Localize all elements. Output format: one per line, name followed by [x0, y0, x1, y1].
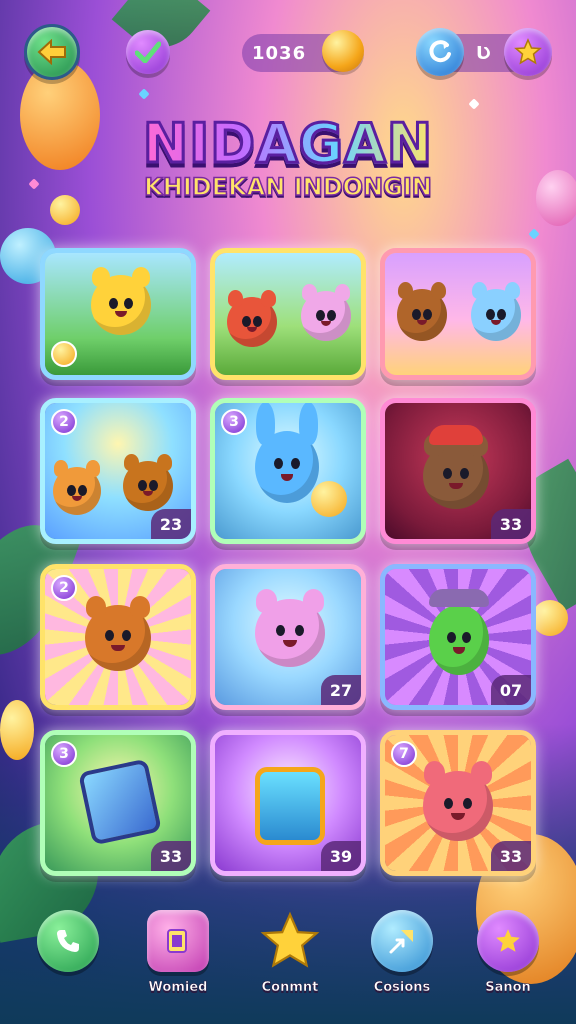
- title-area: NIDAGAN KHIDEKAN INDONGIN: [0, 111, 576, 202]
- creature-character: [429, 605, 489, 675]
- level-card[interactable]: [210, 248, 366, 380]
- checkmark-icon: [135, 41, 161, 63]
- nav-label-sanon: Sanon: [485, 980, 531, 996]
- creature-character: [255, 589, 325, 667]
- level-score-tag: 33: [491, 841, 531, 871]
- arrow-icon: [371, 910, 433, 972]
- arrow-left-icon: [37, 39, 66, 65]
- coin-icon: [322, 30, 364, 72]
- nav-item-sanon[interactable]: Sanon: [460, 910, 556, 1010]
- level-card[interactable]: 7 33: [380, 730, 536, 876]
- energy-count: Ʋ: [476, 42, 491, 64]
- medal-icon: [477, 910, 539, 972]
- nav-item-cosions[interactable]: Cosions: [354, 910, 450, 1010]
- level-score-tag: 27: [321, 675, 361, 705]
- nav-label-cosions: Cosions: [373, 980, 431, 996]
- level-number-badge: 2: [51, 575, 77, 601]
- sparkle-decoration: [468, 98, 480, 110]
- nav-item-conmnt[interactable]: Conmnt: [242, 910, 338, 1010]
- creature-character: [85, 595, 151, 671]
- energy-button[interactable]: [416, 28, 464, 76]
- treasure-box-icon: [255, 767, 325, 845]
- cards-icon: [147, 910, 209, 972]
- level-score-tag: 39: [321, 841, 361, 871]
- bottom-navigation: Womied Conmnt Cosions Sanon: [20, 910, 556, 1010]
- creature-character: [91, 266, 151, 335]
- creature-character: [423, 761, 493, 841]
- level-card[interactable]: 3 33: [40, 730, 196, 876]
- level-number-badge: 3: [51, 741, 77, 767]
- creature-character: [397, 281, 447, 341]
- level-card[interactable]: 3: [210, 398, 366, 544]
- level-score-tag: 23: [151, 509, 191, 539]
- coin-icon: [311, 481, 347, 517]
- nav-label-conmnt: Conmnt: [261, 980, 319, 996]
- level-score-tag: 07: [491, 675, 531, 705]
- game-subtitle: KHIDEKAN INDONGIN: [143, 172, 432, 202]
- nav-item-phone[interactable]: [20, 910, 116, 1010]
- level-score-tag: 33: [151, 841, 191, 871]
- level-card[interactable]: 2 23: [40, 398, 196, 544]
- phone-icon: [37, 910, 99, 972]
- creature-character: [471, 281, 521, 341]
- level-number-badge: 7: [391, 741, 417, 767]
- coin-decoration: [0, 700, 34, 760]
- level-card[interactable]: 39: [210, 730, 366, 876]
- level-card[interactable]: 27: [210, 564, 366, 710]
- hat-icon: [429, 589, 489, 607]
- coin-count: 1036: [252, 42, 307, 64]
- refresh-arrow-icon: [429, 40, 451, 63]
- star-icon: [259, 910, 321, 972]
- level-score-tag: 33: [491, 509, 531, 539]
- sparkle-decoration: [138, 88, 150, 100]
- level-number-badge: 3: [221, 409, 247, 435]
- coin-badge-icon: [51, 341, 77, 367]
- level-card[interactable]: 07: [380, 564, 536, 710]
- nav-item-womied[interactable]: Womied: [130, 910, 226, 1010]
- level-card[interactable]: 33: [380, 398, 536, 544]
- creature-character: [123, 454, 173, 511]
- sparkle-decoration: [528, 228, 540, 240]
- coin-counter: 1036: [242, 30, 364, 72]
- back-button[interactable]: [24, 24, 80, 80]
- crystal-tablet-icon: [78, 758, 162, 846]
- creature-character: [301, 284, 351, 341]
- creature-character: [53, 460, 101, 515]
- creature-character: [255, 403, 319, 503]
- nav-label-womied: Womied: [148, 980, 208, 996]
- game-title: NIDAGAN: [141, 111, 434, 177]
- level-grid: 2 23 3 33 2 27 07 3 33 39 7 33: [40, 248, 540, 888]
- level-card[interactable]: 2: [40, 564, 196, 710]
- star-shop-button[interactable]: [504, 28, 552, 76]
- creature-character: [227, 290, 277, 347]
- star-icon: [514, 38, 542, 65]
- level-card[interactable]: [380, 248, 536, 380]
- level-number-badge: 2: [51, 409, 77, 435]
- level-card[interactable]: [40, 248, 196, 380]
- top-bar: 1036 Ʋ: [20, 22, 556, 82]
- creature-character: [423, 433, 489, 509]
- hat-icon: [429, 425, 483, 445]
- checkmark-button[interactable]: [126, 30, 170, 74]
